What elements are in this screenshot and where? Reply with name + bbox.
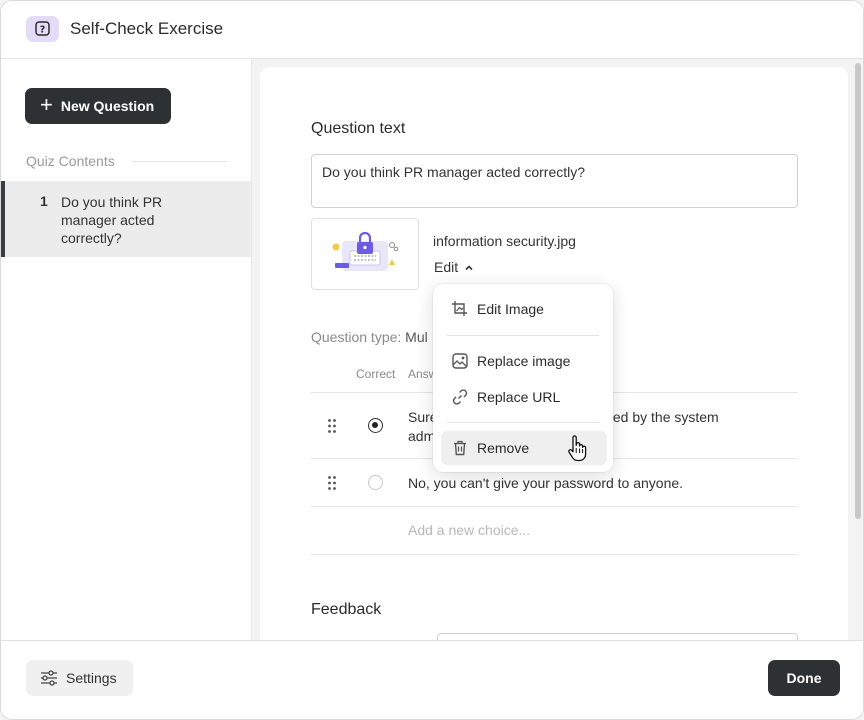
scrollbar[interactable]	[855, 63, 861, 519]
new-question-button[interactable]: + New Question	[25, 88, 171, 124]
chevron-up-icon	[465, 264, 473, 270]
divider	[311, 506, 798, 507]
dialog-footer: Settings Done	[1, 640, 863, 719]
image-edit-toggle[interactable]: Edit	[434, 259, 474, 275]
question-square-icon: ?	[26, 16, 59, 42]
question-type-row[interactable]: Question type: Mul	[311, 329, 428, 345]
sidebar-question-item[interactable]: 1 Do you think PR manager acted correctl…	[1, 181, 251, 257]
dialog-title: Self-Check Exercise	[70, 19, 224, 38]
settings-button[interactable]: Settings	[26, 660, 133, 696]
link-icon	[452, 389, 468, 405]
crop-image-icon	[452, 301, 467, 316]
feedback-label: Feedback	[311, 601, 382, 618]
answer-text[interactable]: No, you can't give your password to anyo…	[408, 474, 683, 493]
divider	[311, 554, 798, 555]
self-check-dialog: ? Self-Check Exercise + New Question Qui…	[0, 0, 864, 720]
add-choice-input[interactable]: Add a new choice...	[408, 522, 530, 538]
menu-item-label: Edit Image	[477, 301, 544, 317]
image-edit-label: Edit	[434, 259, 459, 275]
drag-handle-icon[interactable]	[327, 418, 337, 434]
settings-label: Settings	[66, 670, 117, 686]
question-image-thumbnail[interactable]	[311, 218, 419, 290]
answer-text-end: ted by the system	[609, 409, 719, 425]
new-question-label: New Question	[60, 98, 155, 114]
menu-divider	[447, 422, 599, 423]
menu-item-edit-image[interactable]: Edit Image	[441, 292, 607, 326]
correct-radio[interactable]	[368, 418, 383, 433]
menu-item-label: Remove	[477, 440, 530, 456]
question-type-label: Question type:	[311, 329, 402, 345]
sidebar: + New Question Quiz Contents 1 Do you th…	[1, 59, 252, 641]
sliders-icon	[41, 670, 57, 686]
image-replace-icon	[452, 353, 468, 369]
trash-icon	[454, 440, 466, 456]
hand-pointer-icon	[568, 435, 587, 462]
dialog-header: ? Self-Check Exercise	[1, 1, 863, 59]
drag-handle-icon[interactable]	[327, 475, 337, 491]
menu-item-replace-url[interactable]: Replace URL	[441, 380, 607, 414]
image-file-name: information security.jpg	[433, 233, 576, 249]
correct-radio[interactable]	[368, 475, 383, 490]
question-type-value: Mul	[405, 329, 428, 345]
plus-icon: +	[40, 92, 53, 117]
menu-item-label: Replace image	[477, 353, 571, 369]
question-summary: Do you think PR manager acted correctly?	[61, 194, 163, 246]
question-text-label: Question text	[311, 120, 406, 137]
question-text-input[interactable]: Do you think PR manager acted correctly?	[311, 154, 798, 208]
quiz-contents-heading: Quiz Contents	[26, 153, 115, 169]
menu-item-label: Replace URL	[477, 389, 561, 405]
divider	[132, 161, 227, 162]
done-button[interactable]: Done	[768, 660, 840, 696]
column-header-correct: Correct	[356, 367, 396, 381]
menu-divider	[447, 335, 599, 336]
question-number: 1	[40, 193, 48, 209]
menu-item-replace-image[interactable]: Replace image	[441, 344, 607, 378]
answer-text-line2: adm	[408, 428, 436, 444]
svg-text:?: ?	[40, 24, 46, 35]
